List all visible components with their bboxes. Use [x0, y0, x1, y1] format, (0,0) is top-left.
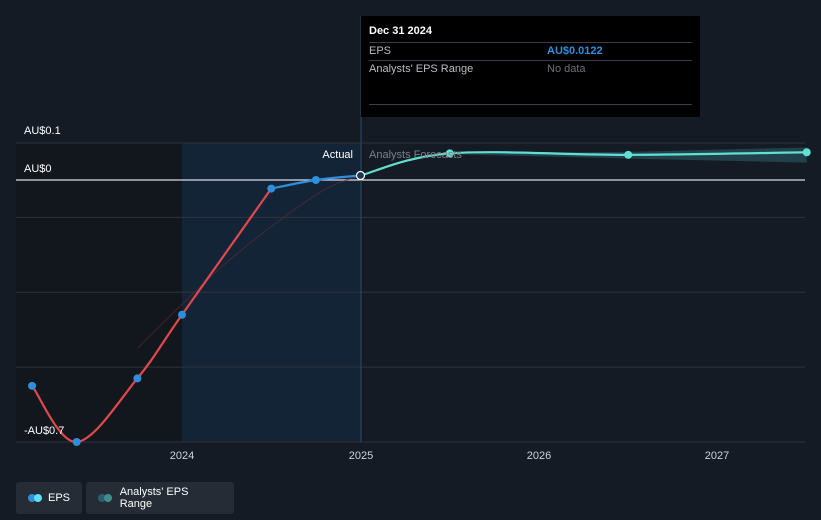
eps-point-5 [311, 176, 320, 184]
x-tick-2024: 2024 [170, 450, 194, 462]
y-label-zero: AU$0 [24, 163, 52, 175]
tooltip-eps-value: AU$0.0122 [547, 45, 603, 57]
tooltip-range-row: Analysts' EPS Range No data [369, 60, 692, 78]
eps-point-0 [28, 381, 37, 390]
eps-point-4 [267, 184, 276, 193]
eps-point-1 [72, 438, 81, 446]
tooltip-range-label: Analysts' EPS Range [369, 63, 474, 75]
eps-point-3 [178, 310, 186, 319]
tooltip-date: Dec 31 2024 [369, 25, 432, 37]
legend-range-label: Analysts' EPS Range [119, 486, 189, 510]
range-legend-icon [98, 493, 114, 503]
actual-region-label: Actual [322, 149, 353, 161]
forecast-point-2 [802, 148, 811, 157]
forecast-region-label: Analysts Forecasts [369, 149, 462, 161]
forecast-point-1 [624, 150, 633, 159]
x-tick-2027: 2027 [705, 450, 729, 462]
x-tick-2025: 2025 [349, 450, 373, 462]
eps-point-6 [355, 170, 366, 181]
legend-eps-label: EPS [47, 492, 70, 504]
y-label-top: AU$0.1 [24, 125, 61, 137]
tooltip-eps-row: EPS AU$0.0122 [369, 42, 692, 60]
legend-range[interactable]: Analysts' EPS Range [86, 482, 234, 514]
tooltip-range-value: No data [547, 63, 586, 75]
tooltip: Dec 31 2024 EPS AU$0.0122 Analysts' EPS … [361, 16, 700, 117]
eps-point-2 [133, 374, 142, 383]
tooltip-divider [369, 104, 692, 105]
y-label-bottom: -AU$0.7 [24, 425, 64, 437]
tooltip-eps-label: EPS [369, 45, 392, 57]
eps-legend-icon [28, 493, 42, 503]
legend-eps[interactable]: EPS [16, 482, 82, 514]
x-tick-2026: 2026 [527, 450, 551, 462]
